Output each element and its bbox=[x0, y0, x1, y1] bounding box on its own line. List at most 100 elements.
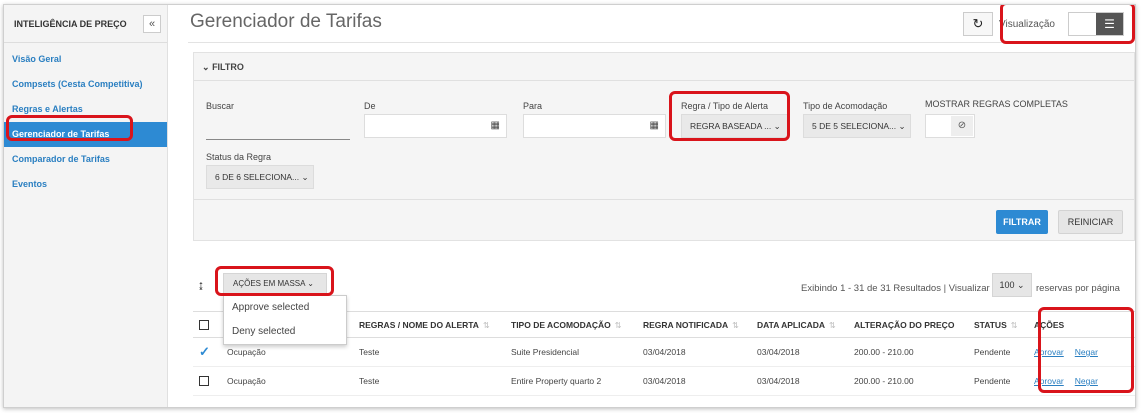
column-label: REGRAS / NOME DO ALERTA bbox=[359, 319, 479, 330]
column-label: REGRA NOTIFICADA bbox=[643, 319, 729, 330]
room-type-label: Tipo de Acomodação bbox=[803, 101, 888, 111]
show-complete-label: MOSTRAR REGRAS COMPLETAS bbox=[925, 99, 1068, 109]
column-header-notified[interactable]: REGRA NOTIFICADA ⇅ bbox=[637, 311, 751, 338]
cell-status: Pendente bbox=[968, 366, 1028, 396]
sort-icon: ⇅ bbox=[482, 320, 490, 330]
status-label: Status da Regra bbox=[206, 152, 272, 162]
cell-room-type: Suite Presidencial bbox=[505, 337, 637, 367]
filter-button[interactable]: FILTRAR bbox=[996, 210, 1048, 234]
sidebar-item-eventos[interactable]: Eventos bbox=[4, 172, 167, 197]
rule-type-label: Regra / Tipo de Alerta bbox=[681, 101, 769, 111]
sidebar-item-regras-alertas[interactable]: Regras e Alertas bbox=[4, 97, 167, 122]
sort-icon: ⇅ bbox=[732, 320, 739, 330]
approve-link[interactable]: Aprovar bbox=[1034, 376, 1064, 386]
rule-type-value: REGRA BASEADA ... bbox=[690, 121, 772, 131]
column-label: STATUS bbox=[974, 319, 1007, 330]
cell-applied: 03/04/2018 bbox=[751, 337, 848, 367]
column-header-room-type[interactable]: TIPO DE ACOMODAÇÃO ⇅ bbox=[505, 311, 637, 338]
select-all-header[interactable] bbox=[193, 311, 221, 338]
refresh-button[interactable]: ↻ bbox=[963, 12, 993, 36]
sidebar: INTELIGÊNCIA DE PREÇO « Visão Geral Comp… bbox=[4, 5, 168, 407]
list-icon: ☰ bbox=[1096, 13, 1123, 35]
chevron-down-icon: ⌄ bbox=[898, 121, 906, 131]
deny-link[interactable]: Negar bbox=[1075, 376, 1098, 386]
approve-link[interactable]: Aprovar bbox=[1034, 347, 1064, 357]
view-toggle[interactable]: ☰ bbox=[1068, 12, 1124, 36]
room-type-select[interactable]: 5 DE 5 SELECIONA... ⌄ bbox=[803, 114, 911, 138]
sort-icon: ⇅ bbox=[829, 320, 836, 330]
collapse-icon[interactable]: « bbox=[143, 14, 161, 33]
reset-button[interactable]: REINICIAR bbox=[1058, 210, 1123, 234]
row-select[interactable]: ✓ bbox=[193, 337, 221, 367]
rule-type-select[interactable]: REGRA BASEADA ... ⌄ bbox=[681, 114, 789, 138]
bulk-actions-menu: Approve selected Deny selected bbox=[223, 295, 347, 345]
sidebar-item-visao-geral[interactable]: Visão Geral bbox=[4, 47, 167, 72]
column-header-actions: AÇÕES bbox=[1028, 311, 1135, 338]
chevron-down-icon: ⌄ bbox=[773, 121, 781, 131]
cell-room-type: Entire Property quarto 2 bbox=[505, 366, 637, 396]
from-date-input[interactable]: ▦ bbox=[364, 114, 507, 138]
filter-header[interactable]: ⌄ FILTRO bbox=[194, 53, 1134, 81]
check-icon[interactable]: ✓ bbox=[199, 344, 210, 359]
menu-item-approve-selected[interactable]: Approve selected bbox=[224, 296, 346, 320]
cell-price-change: 200.00 - 210.00 bbox=[848, 337, 968, 367]
chevron-down-icon: ⌄ bbox=[202, 62, 210, 72]
cell-actions: Aprovar Negar bbox=[1028, 337, 1135, 367]
sidebar-title: INTELIGÊNCIA DE PREÇO bbox=[14, 18, 127, 29]
per-page-label: reservas por página bbox=[1036, 283, 1120, 294]
per-page-value: 100 bbox=[999, 280, 1015, 290]
sort-icon: ⇅ bbox=[614, 320, 622, 330]
column-label: DATA APLICADA bbox=[757, 319, 825, 330]
sidebar-item-compsets[interactable]: Compsets (Cesta Competitiva) bbox=[4, 72, 167, 97]
cell-price-change: 200.00 - 210.00 bbox=[848, 366, 968, 396]
main-content: Gerenciador de Tarifas ↻ Visualização ☰ … bbox=[168, 5, 1135, 407]
column-label: TIPO DE ACOMODAÇÃO bbox=[511, 319, 611, 330]
ban-icon: ⊘ bbox=[951, 116, 973, 136]
cell-rule-name: Teste bbox=[353, 366, 505, 396]
calendar-icon[interactable]: ▦ bbox=[491, 120, 500, 131]
chevron-down-icon: ⌄ bbox=[1017, 280, 1025, 290]
page-title: Gerenciador de Tarifas bbox=[190, 11, 382, 32]
column-header-applied[interactable]: DATA APLICADA ⇅ bbox=[751, 311, 848, 338]
sidebar-item-comparador-tarifas[interactable]: Comparador de Tarifas bbox=[4, 147, 167, 172]
column-header-price-change[interactable]: ALTERAÇÃO DO PREÇO bbox=[848, 311, 968, 338]
sidebar-item-gerenciador-tarifas[interactable]: Gerenciador de Tarifas bbox=[4, 122, 167, 147]
row-select[interactable] bbox=[193, 366, 221, 396]
column-header-rule-name[interactable]: REGRAS / NOME DO ALERTA ⇅ bbox=[353, 311, 505, 338]
to-label: Para bbox=[523, 101, 543, 111]
cell-type: Ocupação bbox=[221, 366, 353, 396]
cell-notified: 03/04/2018 bbox=[637, 337, 751, 367]
column-label: AÇÕES bbox=[1034, 319, 1065, 330]
room-type-value: 5 DE 5 SELECIONA... bbox=[812, 121, 897, 131]
sort-icon: ⇅ bbox=[1010, 320, 1018, 330]
app-window: INTELIGÊNCIA DE PREÇO « Visão Geral Comp… bbox=[3, 4, 1136, 408]
cell-notified: 03/04/2018 bbox=[637, 366, 751, 396]
search-label: Buscar bbox=[206, 101, 235, 111]
search-input[interactable] bbox=[206, 116, 350, 140]
per-page-select[interactable]: 100 ⌄ bbox=[992, 273, 1032, 297]
show-complete-toggle[interactable]: ⊘ bbox=[925, 114, 975, 138]
calendar-icon[interactable]: ▦ bbox=[650, 120, 659, 131]
from-label: De bbox=[364, 101, 376, 111]
filter-panel: ⌄ FILTRO Buscar De ▦ Para ▦ Regra / Tipo… bbox=[193, 52, 1135, 241]
to-date-input[interactable]: ▦ bbox=[523, 114, 666, 138]
row-checkbox[interactable] bbox=[199, 376, 209, 387]
status-select[interactable]: 6 DE 6 SELECIONA... ⌄ bbox=[206, 165, 314, 189]
bulk-actions-button[interactable]: AÇÕES EM MASSA ⌄ bbox=[223, 273, 327, 295]
chevron-down-icon: ⌄ bbox=[307, 279, 314, 288]
column-header-status[interactable]: STATUS ⇅ bbox=[968, 311, 1028, 338]
header-divider bbox=[188, 42, 1129, 43]
menu-item-deny-selected[interactable]: Deny selected bbox=[224, 320, 346, 344]
view-label: Visualização bbox=[999, 19, 1055, 30]
cell-applied: 03/04/2018 bbox=[751, 366, 848, 396]
sort-icon[interactable]: ↨ bbox=[198, 278, 204, 292]
select-all-checkbox[interactable] bbox=[199, 319, 209, 330]
column-label: ALTERAÇÃO DO PREÇO bbox=[854, 319, 955, 330]
results-info: Exibindo 1 - 31 de 31 Resultados | Visua… bbox=[801, 283, 990, 294]
sidebar-header: INTELIGÊNCIA DE PREÇO « bbox=[4, 5, 167, 43]
deny-link[interactable]: Negar bbox=[1075, 347, 1098, 357]
filter-heading: FILTRO bbox=[212, 62, 244, 72]
refresh-icon: ↻ bbox=[972, 16, 984, 31]
cell-rule-name: Teste bbox=[353, 337, 505, 367]
chevron-down-icon: ⌄ bbox=[301, 172, 309, 182]
